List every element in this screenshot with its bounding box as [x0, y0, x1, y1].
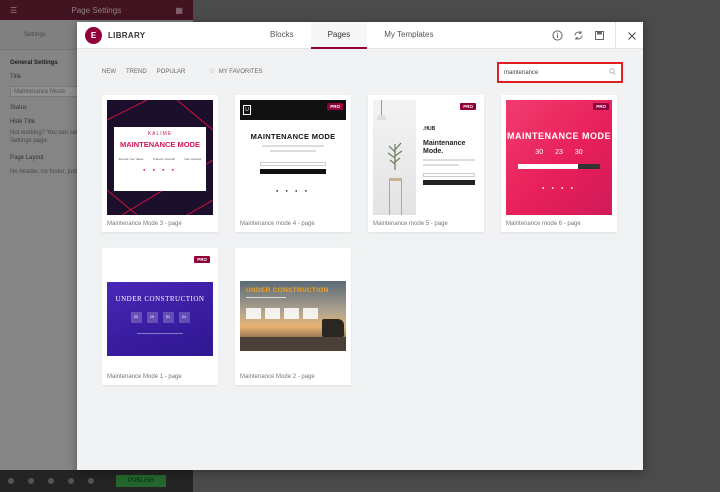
thumb-headline: UNDER CONSTRUCTION	[115, 295, 205, 303]
template-thumbnail[interactable]: PRO .HUB Maintenance Mode.	[373, 100, 479, 215]
template-thumbnail[interactable]: UNDER CONSTRUCTION	[240, 253, 346, 368]
template-caption: Maintenance mode 4 - page	[240, 221, 315, 227]
thumb-text-line	[262, 145, 324, 147]
modal-header: E LIBRARY Blocks Pages My Templates	[77, 22, 643, 49]
thumb-col: Get Involved	[184, 157, 202, 161]
thumb-countdown: 30 23 30	[506, 149, 612, 156]
thumb-brand: .HUB	[423, 126, 436, 132]
thumb-text-line	[137, 333, 183, 334]
thumb-ground	[240, 337, 346, 351]
thumb-button	[260, 169, 326, 174]
library-logo: E LIBRARY	[77, 26, 146, 44]
thumb-logo: KALIME	[147, 131, 173, 137]
template-thumbnail[interactable]: PRO U MAINTENANCE MODE ● ● ● ●	[240, 100, 346, 215]
template-card-maintenance-2[interactable]: UNDER CONSTRUCTION Maintenance Mode 2 - …	[235, 248, 351, 385]
pro-badge: PRO	[460, 103, 476, 110]
thumb-countdown: 00 19 51 04	[107, 312, 213, 323]
template-caption: Maintenance mode 6 - page	[506, 221, 581, 227]
countdown-value: 30	[574, 149, 583, 156]
thumb-banner: UNDER CONSTRUCTION 00 19 51 04	[107, 282, 213, 356]
thumb-text-line	[270, 150, 316, 152]
thumb-photo	[373, 100, 416, 215]
template-card-maintenance-6[interactable]: PRO MAINTENANCE MODE 30 23 30 ● ● ● ● Ma…	[501, 95, 617, 232]
plant-icon	[387, 142, 403, 170]
thumb-col: Prepare Yourself	[152, 157, 175, 161]
tab-pages[interactable]: Pages	[310, 22, 368, 49]
lamp-shade-icon	[377, 115, 386, 120]
thumb-logo-icon: U	[243, 105, 251, 115]
template-caption: Maintenance Mode 1 - page	[107, 374, 182, 380]
elementor-logo-icon: E	[85, 26, 102, 44]
favorites-label: MY FAVORITES	[218, 68, 263, 75]
thumb-text-line	[423, 159, 475, 161]
search-icon[interactable]	[609, 68, 616, 77]
bulldozer-icon	[322, 319, 344, 337]
tab-my-templates[interactable]: My Templates	[367, 22, 450, 49]
thumb-col: Donate Your Ideas	[118, 157, 144, 161]
thumb-headline: MAINTENANCE MODE	[250, 132, 336, 141]
search-input[interactable]	[504, 69, 604, 76]
social-icons: ● ● ● ●	[143, 167, 177, 172]
library-title: LIBRARY	[108, 30, 146, 40]
thumb-headline: Maintenance Mode.	[423, 140, 466, 155]
library-tabs: Blocks Pages My Templates	[253, 22, 450, 49]
countdown-value: 51	[162, 312, 174, 323]
heart-icon: ♡	[209, 69, 215, 75]
template-caption: Maintenance Mode 2 - page	[240, 374, 315, 380]
header-separator	[615, 22, 616, 49]
pro-badge: PRO	[327, 103, 343, 110]
filter-new[interactable]: NEW	[102, 69, 116, 75]
countdown-value: 30	[535, 149, 544, 156]
stool-icon	[389, 178, 402, 215]
countdown-value: 19	[146, 312, 158, 323]
filter-trend[interactable]: TREND	[126, 69, 147, 75]
social-icons: ● ● ● ●	[542, 185, 576, 190]
filter-popular[interactable]: POPULAR	[157, 69, 186, 75]
thumb-banner: UNDER CONSTRUCTION	[240, 281, 346, 351]
template-caption: Maintenance Mode 3 - page	[107, 221, 182, 227]
thumb-text-line	[423, 164, 460, 166]
thumb-columns: Donate Your Ideas Prepare Yourself Get I…	[114, 157, 206, 161]
thumb-field	[260, 162, 326, 166]
close-icon[interactable]	[626, 30, 637, 41]
thumb-boxes	[246, 308, 318, 319]
thumb-content: KALIME MAINTENANCE MODE Donate Your Idea…	[114, 127, 206, 191]
search-box	[497, 62, 623, 83]
template-thumbnail[interactable]: PRO UNDER CONSTRUCTION 00 19 51 04	[107, 253, 213, 368]
thumb-headline: UNDER CONSTRUCTION	[246, 287, 329, 294]
template-card-maintenance-4[interactable]: PRO U MAINTENANCE MODE ● ● ● ● Maintenan…	[235, 95, 351, 232]
filter-favorites[interactable]: ♡ MY FAVORITES	[209, 68, 263, 76]
library-modal: E LIBRARY Blocks Pages My Templates NEW	[77, 22, 643, 470]
template-card-maintenance-1[interactable]: PRO UNDER CONSTRUCTION 00 19 51 04 Maint…	[102, 248, 218, 385]
thumb-subscribe-bar	[518, 164, 600, 169]
thumb-right: .HUB Maintenance Mode.	[423, 126, 475, 185]
template-card-maintenance-3[interactable]: KALIME MAINTENANCE MODE Donate Your Idea…	[102, 95, 218, 232]
thumb-text-line	[246, 297, 286, 298]
save-icon[interactable]	[594, 30, 605, 41]
thumb-headline: MAINTENANCE MODE	[120, 140, 200, 149]
countdown-value: 23	[555, 149, 563, 156]
thumb-button	[423, 180, 475, 185]
info-icon[interactable]	[552, 30, 563, 41]
template-caption: Maintenance mode 5 - page	[373, 221, 448, 227]
tab-blocks[interactable]: Blocks	[253, 22, 311, 49]
thumb-field	[423, 173, 475, 177]
template-thumbnail[interactable]: PRO MAINTENANCE MODE 30 23 30 ● ● ● ●	[506, 100, 612, 215]
pro-badge: PRO	[593, 103, 609, 110]
pro-badge: PRO	[194, 256, 210, 263]
countdown-value: 00	[130, 312, 142, 323]
template-card-maintenance-5[interactable]: PRO .HUB Maintenance Mode. Maintenance m…	[368, 95, 484, 232]
thumb-headline: MAINTENANCE MODE	[507, 131, 611, 141]
filter-bar: NEW TREND POPULAR ♡ MY FAVORITES	[102, 68, 263, 76]
countdown-value: 04	[178, 312, 190, 323]
template-thumbnail[interactable]: KALIME MAINTENANCE MODE Donate Your Idea…	[107, 100, 213, 215]
social-icons: ● ● ● ●	[276, 188, 310, 193]
header-actions	[552, 22, 637, 49]
sync-icon[interactable]	[573, 30, 584, 41]
lamp-icon	[381, 100, 382, 116]
